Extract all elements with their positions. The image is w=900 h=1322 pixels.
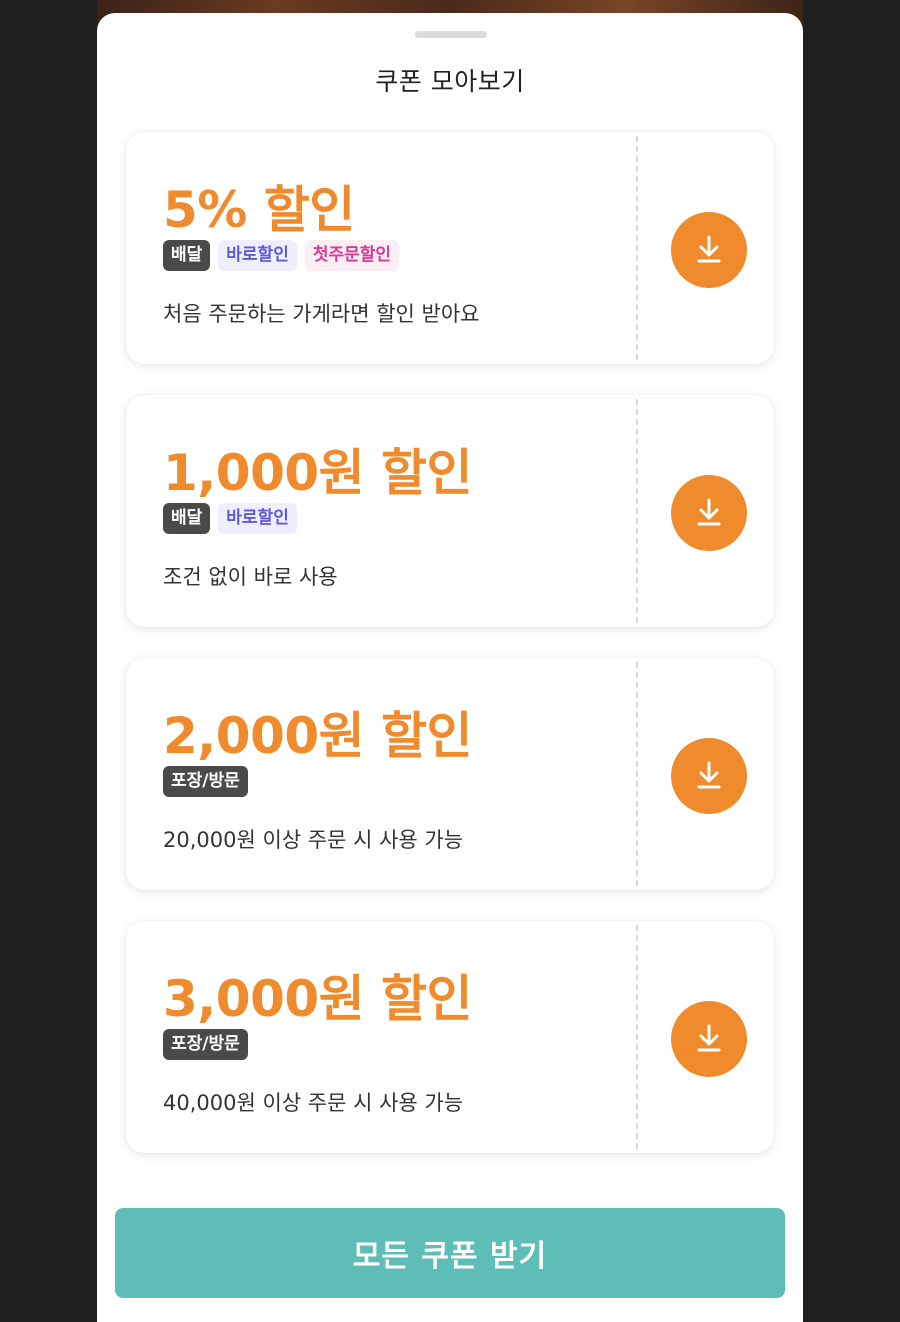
coupon-description: 조건 없이 바로 사용 [163,565,338,589]
tag-delivery: 배달 [163,240,211,271]
download-coupon-button[interactable] [671,212,747,288]
coupon-card: 5% 할인 배달 바로할인 첫주문할인 처음 주문하는 가게라면 할인 받아요 [126,132,774,364]
coupon-tags: 포장/방문 [163,766,248,797]
coupon-title: 1,000원 할인 [163,444,473,502]
tag-takeout-visit: 포장/방문 [163,766,248,797]
download-icon [697,1024,721,1052]
tag-takeout-visit: 포장/방문 [163,1029,248,1060]
download-coupon-button[interactable] [671,475,747,551]
coupon-description: 40,000원 이상 주문 시 사용 가능 [163,1091,464,1115]
tag-instant-discount: 바로할인 [218,240,297,271]
tag-instant-discount: 바로할인 [218,503,297,534]
coupon-bottom-sheet: 쿠폰 모아보기 5% 할인 배달 바로할인 첫주문할인 처음 주문하는 가게라면… [97,13,803,1322]
get-all-coupons-button[interactable]: 모든 쿠폰 받기 [115,1208,785,1298]
tag-delivery: 배달 [163,503,211,534]
download-icon [697,761,721,789]
download-coupon-button[interactable] [671,738,747,814]
coupon-tags: 배달 바로할인 [163,503,297,534]
coupon-tags: 배달 바로할인 첫주문할인 [163,240,400,271]
coupon-description: 20,000원 이상 주문 시 사용 가능 [163,828,464,852]
coupon-title: 2,000원 할인 [163,707,473,765]
coupon-perforation [636,662,638,886]
coupon-tags: 포장/방문 [163,1029,248,1060]
coupon-title: 3,000원 할인 [163,970,473,1028]
sheet-title: 쿠폰 모아보기 [375,67,525,96]
coupon-card: 1,000원 할인 배달 바로할인 조건 없이 바로 사용 [126,395,774,627]
coupon-card: 2,000원 할인 포장/방문 20,000원 이상 주문 시 사용 가능 [126,658,774,890]
download-coupon-button[interactable] [671,1001,747,1077]
coupon-card: 3,000원 할인 포장/방문 40,000원 이상 주문 시 사용 가능 [126,921,774,1153]
sheet-drag-handle[interactable] [415,31,487,38]
download-icon [697,235,721,263]
coupon-perforation [636,136,638,360]
coupon-perforation [636,925,638,1149]
coupon-description: 처음 주문하는 가게라면 할인 받아요 [163,302,480,326]
tag-first-order: 첫주문할인 [304,240,400,271]
download-icon [697,498,721,526]
coupon-perforation [636,399,638,623]
coupon-title: 5% 할인 [163,181,355,239]
